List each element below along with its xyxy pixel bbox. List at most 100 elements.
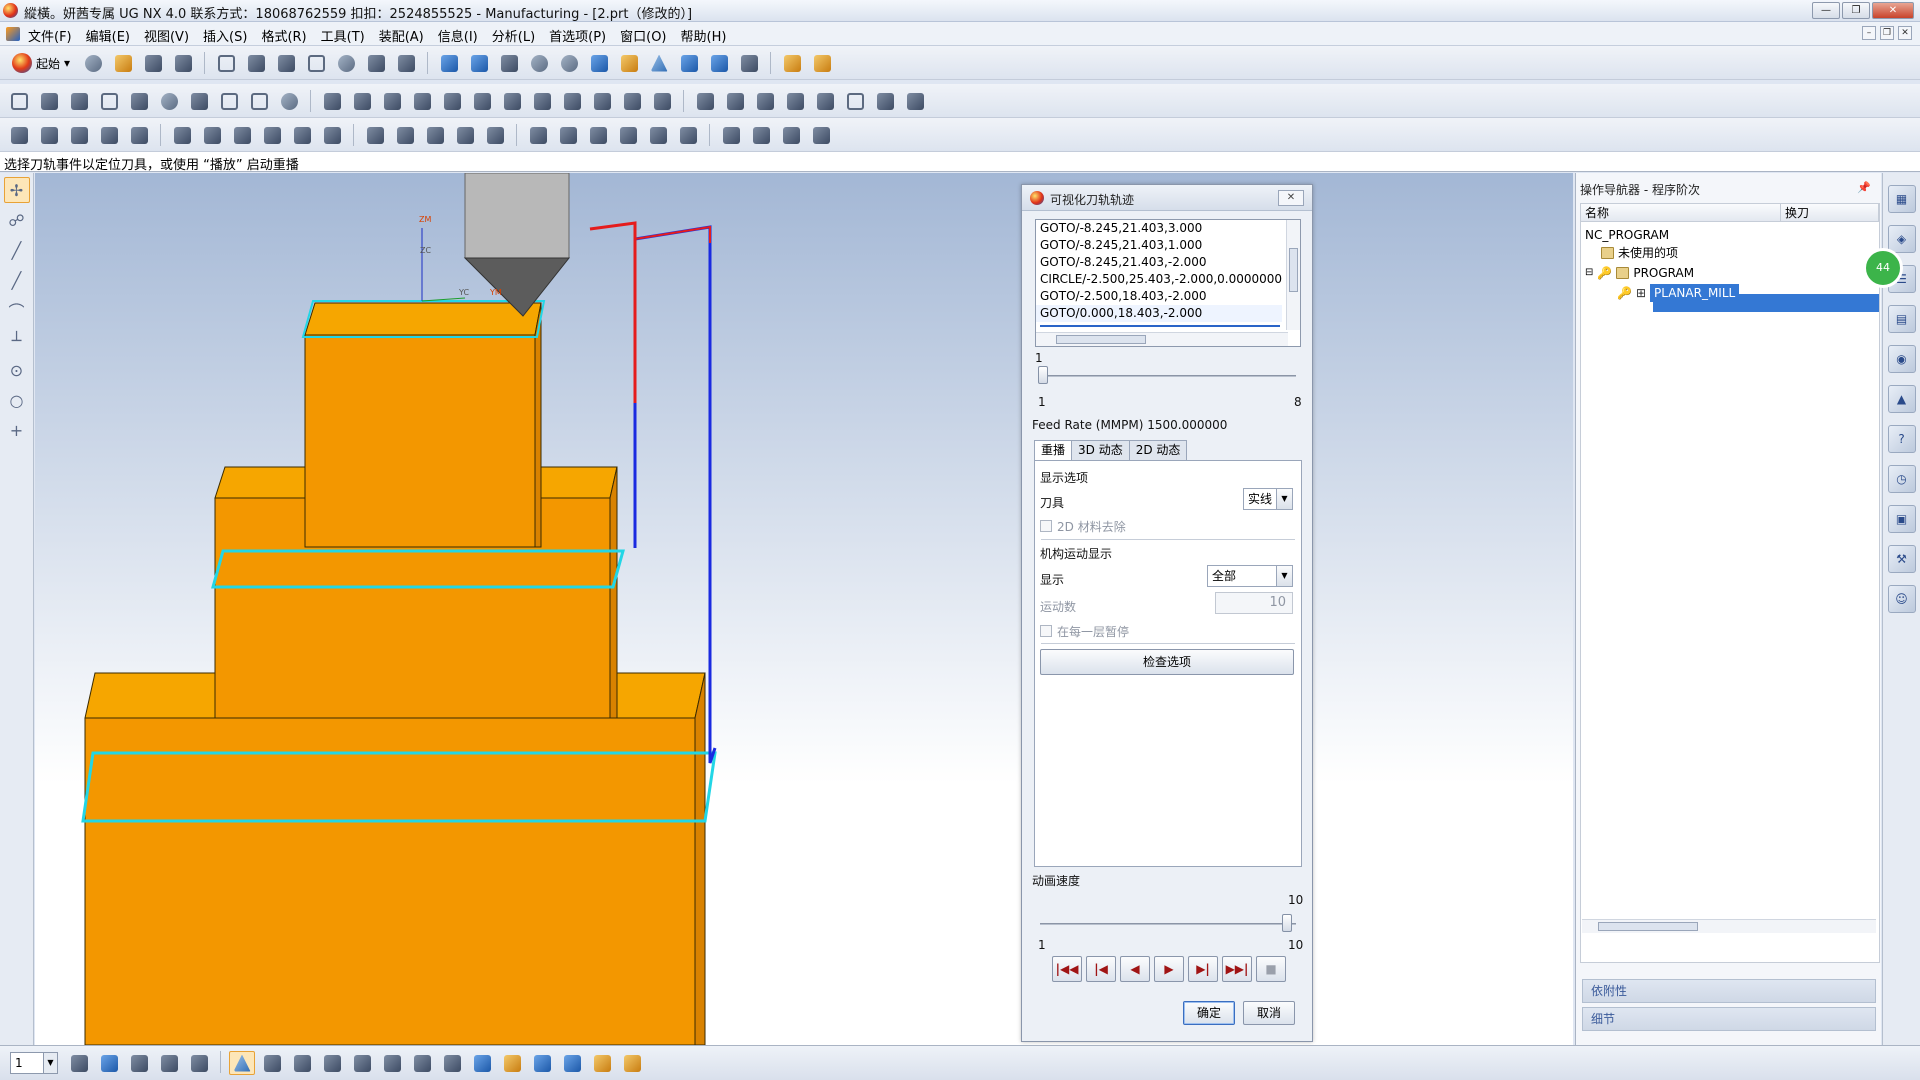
trim-corner-icon[interactable]	[752, 89, 778, 113]
cut-object-icon[interactable]	[392, 123, 418, 147]
doc-minimize-button[interactable]: –	[1862, 26, 1876, 40]
paste-object-icon[interactable]	[452, 123, 478, 147]
copy-to-layer-icon[interactable]	[186, 1051, 212, 1075]
navigator-horizontal-scrollbar[interactable]	[1582, 919, 1876, 933]
law-curve-icon[interactable]	[589, 89, 615, 113]
circle-tool-icon[interactable]: ○	[4, 387, 30, 413]
edit-curve-icon[interactable]	[692, 89, 718, 113]
point-icon[interactable]	[6, 89, 32, 113]
part-navigator-icon[interactable]: ◈	[1887, 225, 1916, 253]
bridge-curve-icon[interactable]	[349, 89, 375, 113]
reuse-library-icon[interactable]: ▤	[1887, 305, 1916, 333]
info-icon[interactable]	[393, 51, 419, 75]
tab-2d-dynamic[interactable]: 2D 动态	[1128, 440, 1188, 461]
listing-vertical-scrollbar[interactable]	[1286, 220, 1300, 330]
line-icon[interactable]	[66, 89, 92, 113]
create-operation-icon[interactable]	[126, 123, 152, 147]
system-materials-icon[interactable]: ▣	[1887, 505, 1916, 533]
menu-preferences[interactable]: 首选项(P)	[549, 26, 606, 45]
stretch-icon[interactable]	[842, 89, 868, 113]
tree-node-root[interactable]: NC_PROGRAM	[1585, 226, 1669, 244]
toolpath-listing[interactable]: GOTO/-8.245,21.403,3.000 GOTO/-8.245,21.…	[1035, 219, 1301, 347]
pin-icon[interactable]: 📌	[1857, 181, 1871, 194]
edit-fillet-icon[interactable]	[812, 89, 838, 113]
verify-toolpath-icon[interactable]	[229, 123, 255, 147]
geometry-view-icon[interactable]	[585, 123, 611, 147]
step-forward-icon[interactable]: ▶|	[1188, 956, 1218, 982]
wcs-icon[interactable]	[646, 51, 672, 75]
text-icon[interactable]	[126, 89, 152, 113]
object-info-icon[interactable]	[778, 123, 804, 147]
document-menu-icon[interactable]	[6, 27, 20, 41]
curve-length-icon[interactable]	[649, 89, 675, 113]
collapse-icon[interactable]: ⊟	[1585, 264, 1593, 282]
wcs-save-icon[interactable]	[469, 1051, 495, 1075]
fillet-icon[interactable]	[186, 89, 212, 113]
machining-method-view-icon[interactable]	[615, 123, 641, 147]
display-object-icon[interactable]	[748, 123, 774, 147]
menu-assembly[interactable]: 装配(A)	[379, 26, 424, 45]
line-tool-2-icon[interactable]: ╱	[4, 267, 30, 293]
menu-file[interactable]: 文件(F)	[28, 26, 72, 45]
anim-speed-track[interactable]	[1040, 923, 1296, 925]
event-slider-track[interactable]	[1040, 375, 1296, 377]
stop-icon[interactable]: ■	[1256, 956, 1286, 982]
event-slider-thumb[interactable]	[1038, 366, 1048, 384]
create-geometry-icon[interactable]	[66, 123, 92, 147]
navigator-tree[interactable]: 名称 换刀 NC_PROGRAM 未使用的项 ⊟ 🔑 PROGRAM 🔑 ⊞ P…	[1580, 203, 1880, 963]
roles-icon[interactable]: ☺	[1887, 585, 1916, 613]
dialog-title-bar[interactable]: 可视化刀轨轨迹 ✕	[1022, 185, 1312, 211]
menu-info[interactable]: 信息(I)	[438, 26, 478, 45]
replay-toolpath-icon[interactable]	[199, 123, 225, 147]
minimize-button[interactable]: —	[1812, 2, 1840, 19]
help-icon[interactable]: ?	[1887, 425, 1916, 453]
wrap-curve-icon[interactable]	[529, 89, 555, 113]
start-button[interactable]: 起始 ▾	[6, 51, 76, 75]
tab-replay[interactable]: 重播	[1034, 440, 1073, 461]
paste-icon[interactable]	[273, 51, 299, 75]
layer-visible-icon[interactable]	[96, 1051, 122, 1075]
wcs-xc-icon[interactable]	[409, 1051, 435, 1075]
dependency-panel[interactable]: 依附性	[1582, 979, 1876, 1003]
cut-icon[interactable]	[213, 51, 239, 75]
step-back-icon[interactable]: |◀	[1086, 956, 1116, 982]
intersect-curve-icon[interactable]	[439, 89, 465, 113]
tree-node-program[interactable]: ⊟ 🔑 PROGRAM	[1585, 264, 1694, 282]
program-order-view-icon[interactable]	[525, 123, 551, 147]
wcs-origin-icon[interactable]	[259, 1051, 285, 1075]
list-toolpath-icon[interactable]	[319, 123, 345, 147]
anim-speed-thumb[interactable]	[1282, 914, 1292, 932]
menu-view[interactable]: 视图(V)	[144, 26, 189, 45]
fast-forward-to-end-icon[interactable]: ▶▶|	[1222, 956, 1252, 982]
rename-object-icon[interactable]	[482, 123, 508, 147]
dialog-close-button[interactable]: ✕	[1278, 190, 1304, 206]
snap-point-icon[interactable]: ☍	[4, 207, 30, 233]
menu-tools[interactable]: 工具(T)	[321, 26, 365, 45]
arc-tool-icon[interactable]: ⌒	[4, 297, 30, 323]
create-tool-icon[interactable]	[36, 123, 62, 147]
measure-angle-icon[interactable]	[809, 51, 835, 75]
chamfer-icon[interactable]	[216, 89, 242, 113]
cross-point-icon[interactable]: +	[4, 417, 30, 443]
new-file-icon[interactable]	[80, 51, 106, 75]
line-tool-icon[interactable]: ╱	[4, 237, 30, 263]
wcs-orient-icon[interactable]	[319, 1051, 345, 1075]
wcs-change-direction-icon[interactable]	[439, 1051, 465, 1075]
tree-node-unused[interactable]: 未使用的项	[1601, 244, 1678, 262]
wcs-rotate-icon[interactable]	[289, 1051, 315, 1075]
feature-machining-icon[interactable]	[808, 123, 834, 147]
create-program-icon[interactable]	[6, 123, 32, 147]
web-browser-icon[interactable]: ◉	[1887, 345, 1916, 373]
goto-line-selected[interactable]: GOTO/0.000,18.403,-2.000	[1036, 305, 1282, 322]
shop-doc-icon[interactable]	[675, 123, 701, 147]
menu-format[interactable]: 格式(R)	[261, 26, 306, 45]
zoom-in-out-icon[interactable]	[556, 51, 582, 75]
join-curve-icon[interactable]	[379, 89, 405, 113]
tab-3d-dynamic[interactable]: 3D 动态	[1071, 440, 1130, 461]
column-header-toolchange[interactable]: 换刀	[1781, 204, 1879, 222]
display-select[interactable]: 全部 ▼	[1207, 565, 1293, 587]
isoparametric-curve-icon[interactable]	[619, 89, 645, 113]
wcs-dynamic-icon[interactable]	[229, 1051, 255, 1075]
spline-icon[interactable]	[36, 89, 62, 113]
refresh-icon[interactable]	[436, 51, 462, 75]
